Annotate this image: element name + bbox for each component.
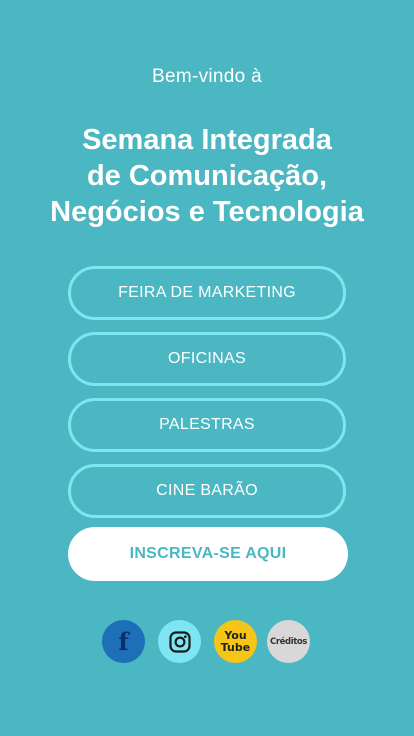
youtube-label: You Tube	[220, 628, 251, 654]
event-title-line-1: Semana Integrada	[82, 124, 332, 156]
facebook-icon[interactable]: f	[102, 620, 145, 663]
event-title: Semana Integrada de Comunicação, Negócio…	[0, 122, 414, 230]
youtube-label-line-1: You	[224, 628, 247, 642]
instagram-icon[interactable]	[158, 620, 201, 663]
menu-list: FEIRA DE MARKETING OFICINAS PALESTRAS CI…	[68, 266, 346, 530]
welcome-text: Bem-vindo à	[152, 66, 262, 87]
event-title-line-3: Negócios e Tecnologia	[50, 196, 364, 228]
youtube-label-line-2: Tube	[220, 640, 251, 654]
credits-icon[interactable]: Créditos	[267, 620, 310, 663]
inscreva-se-button[interactable]: INSCREVA-SE AQUI	[68, 527, 348, 581]
youtube-icon[interactable]: You Tube	[214, 620, 257, 663]
palestras-button[interactable]: PALESTRAS	[68, 398, 346, 452]
feira-de-marketing-button[interactable]: FEIRA DE MARKETING	[68, 266, 346, 320]
facebook-glyph: f	[118, 627, 129, 656]
instagram-glyph	[168, 630, 191, 653]
credits-label: Créditos	[270, 636, 307, 647]
oficinas-button[interactable]: OFICINAS	[68, 332, 346, 386]
event-title-line-2: de Comunicação,	[86, 160, 328, 192]
cine-barao-button[interactable]: CINE BARÃO	[68, 464, 346, 518]
social-links: f You Tube Créditos	[102, 620, 314, 664]
